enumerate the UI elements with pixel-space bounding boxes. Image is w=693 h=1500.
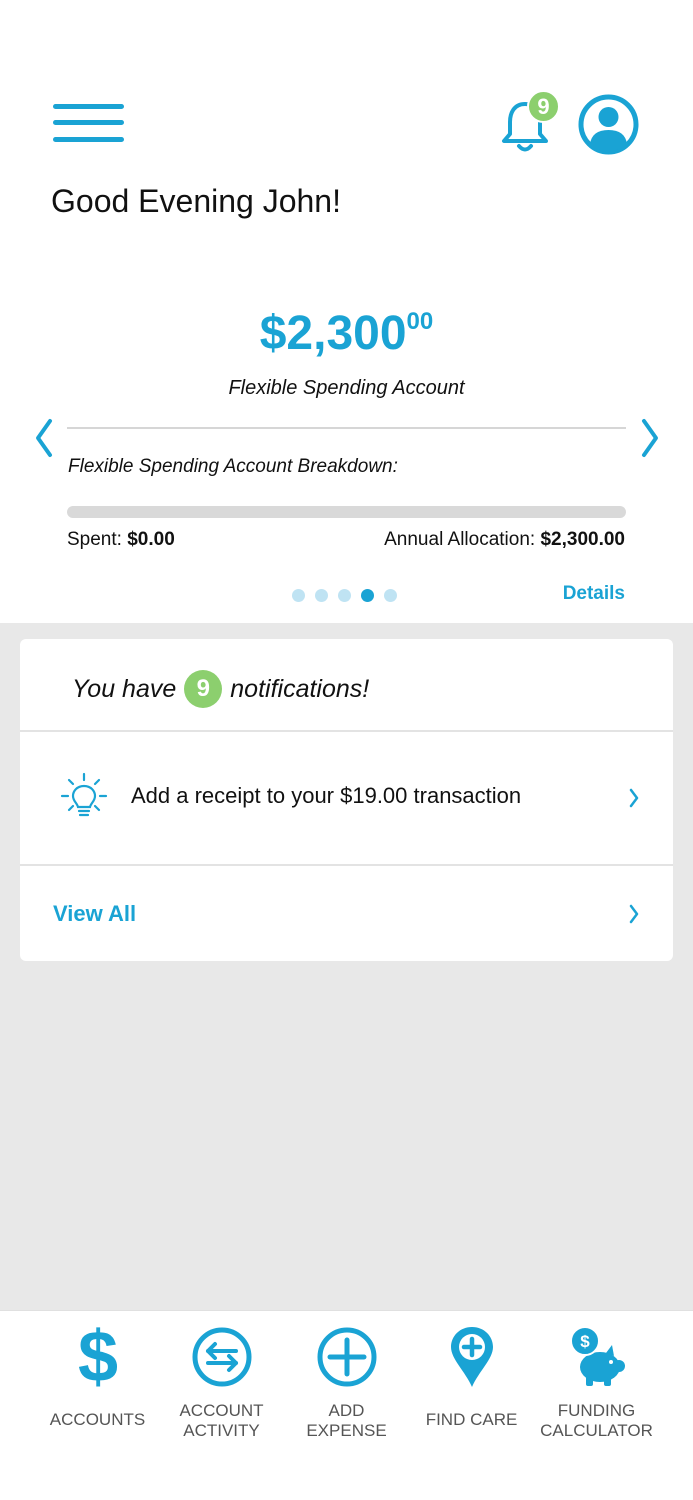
- nav-label-line: EXPENSE: [306, 1421, 387, 1440]
- details-link[interactable]: Details: [563, 583, 625, 605]
- nav-add-expense-label: ADD EXPENSE: [284, 1401, 409, 1441]
- allocation-label: Annual Allocation:: [384, 529, 536, 550]
- view-all-button[interactable]: View All: [20, 866, 673, 961]
- carousel-dot[interactable]: [361, 589, 374, 602]
- notifications-card: You have 9 notifications! Add a receipt …: [20, 639, 673, 961]
- nav-label-line: ACCOUNT: [179, 1401, 264, 1420]
- nav-add-expense[interactable]: ADD EXPENSE: [284, 1311, 409, 1471]
- allocation-summary: Annual Allocation: $2,300.00: [384, 529, 625, 551]
- chevron-right-icon[interactable]: [638, 415, 662, 461]
- balance-cents: 00: [406, 308, 434, 335]
- dollar-icon: $: [78, 1325, 118, 1389]
- plus-circle-icon: [317, 1327, 377, 1387]
- map-pin-plus-icon: [451, 1327, 493, 1387]
- carousel-dot[interactable]: [315, 589, 328, 602]
- notifications-suffix: notifications!: [230, 674, 370, 703]
- nav-label-line: CALCULATOR: [540, 1421, 653, 1440]
- carousel-dot[interactable]: [384, 589, 397, 602]
- nav-find-care[interactable]: FIND CARE: [409, 1311, 534, 1471]
- nav-label-line: ACTIVITY: [183, 1421, 260, 1440]
- nav-accounts[interactable]: $ ACCOUNTS: [35, 1311, 160, 1471]
- piggy-bank-icon: $: [570, 1326, 625, 1386]
- spent-summary: Spent: $0.00: [67, 529, 175, 551]
- notification-item-text: Add a receipt to your $19.00 transaction: [131, 783, 522, 808]
- notification-count-badge: 9: [527, 90, 560, 123]
- notifications-count-badge: 9: [184, 670, 223, 708]
- greeting-text: Good Evening John!: [51, 183, 341, 219]
- lightbulb-icon: [60, 772, 108, 817]
- view-all-label: View All: [53, 901, 137, 926]
- transfer-icon: [192, 1327, 252, 1387]
- account-balance: $2,30000: [0, 306, 693, 361]
- chevron-right-icon: [629, 788, 639, 808]
- account-name: Flexible Spending Account: [228, 377, 465, 399]
- nav-label-line: ADD: [328, 1401, 365, 1420]
- divider: [67, 427, 626, 429]
- svg-text:$: $: [580, 1332, 590, 1351]
- spending-progress-bar: [67, 506, 626, 518]
- nav-funding-calculator[interactable]: $ FUNDING CALCULATOR: [534, 1311, 659, 1471]
- carousel-dot[interactable]: [292, 589, 305, 602]
- svg-text:$: $: [78, 1325, 118, 1389]
- nav-accounts-label: ACCOUNTS: [49, 1410, 146, 1429]
- spent-value: $0.00: [127, 529, 175, 550]
- balance-dollars: $2,300: [259, 307, 407, 360]
- allocation-value: $2,300.00: [540, 529, 625, 550]
- nav-find-care-label: FIND CARE: [425, 1410, 518, 1429]
- notification-item-receipt[interactable]: Add a receipt to your $19.00 transaction: [20, 732, 673, 864]
- notifications-prefix: You have: [72, 674, 177, 703]
- bottom-navigation: $ ACCOUNTS ACCOUNT ACTIVITY ADD EXPENSE: [0, 1310, 693, 1500]
- nav-label-line: FUNDING: [557, 1401, 636, 1420]
- nav-account-activity-label: ACCOUNT ACTIVITY: [159, 1401, 284, 1441]
- nav-account-activity[interactable]: ACCOUNT ACTIVITY: [159, 1311, 284, 1471]
- breakdown-title: Flexible Spending Account Breakdown:: [68, 456, 398, 477]
- menu-icon[interactable]: [53, 104, 124, 144]
- carousel-dot[interactable]: [338, 589, 351, 602]
- carousel-pager: [292, 589, 397, 602]
- nav-funding-calculator-label: FUNDING CALCULATOR: [534, 1401, 659, 1441]
- spent-label: Spent:: [67, 529, 122, 550]
- user-icon[interactable]: [578, 94, 639, 155]
- chevron-left-icon[interactable]: [32, 415, 56, 461]
- notifications-header: You have 9 notifications!: [72, 670, 369, 708]
- chevron-right-icon: [629, 904, 639, 924]
